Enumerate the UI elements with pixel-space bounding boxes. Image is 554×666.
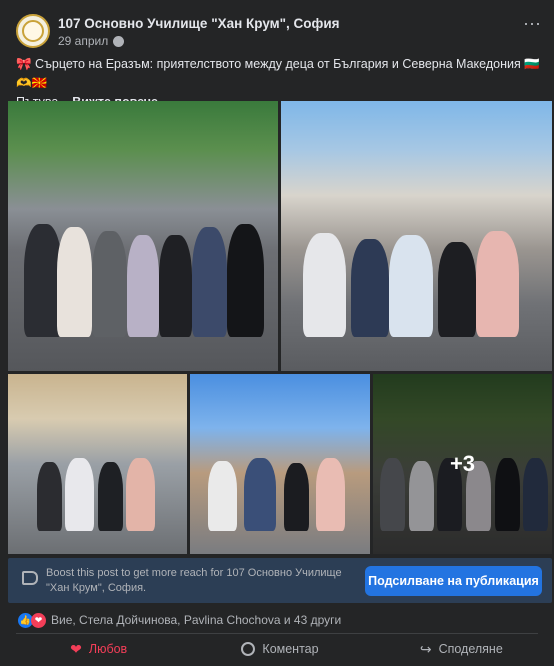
share-button[interactable]: ↪ Споделяне	[371, 636, 552, 662]
post-header: 107 Основно Училище "Хан Крум", София 29…	[0, 0, 554, 52]
more-photos-overlay[interactable]: +3	[373, 374, 552, 554]
more-options-icon[interactable]: ⋯	[523, 14, 542, 35]
more-photos-count: +3	[449, 451, 476, 476]
photo-3-people	[8, 428, 187, 554]
love-reaction-icon: ❤	[31, 612, 46, 628]
comment-button[interactable]: Коментар	[189, 636, 370, 662]
boost-text: Boost this post to get more reach for 10…	[46, 567, 342, 594]
photo-4[interactable]	[190, 374, 370, 554]
post-text-line1: 🎀 Сърцето на Еразъм: приятелството между…	[16, 57, 540, 90]
love-button[interactable]: ❤ Любов	[8, 636, 189, 662]
boost-post-button[interactable]: Подсилване на публикация	[365, 566, 542, 596]
page-avatar[interactable]	[16, 14, 50, 48]
heart-icon: ❤	[70, 640, 82, 657]
photo-2[interactable]	[281, 101, 552, 371]
school-logo	[22, 20, 44, 42]
comment-label: Коментар	[262, 642, 319, 656]
post-actions: ❤ Любов Коментар ↪ Споделяне	[8, 636, 552, 662]
megaphone-icon	[22, 571, 38, 585]
photo-3[interactable]	[8, 374, 187, 554]
comment-icon	[241, 642, 256, 656]
share-icon: ↪	[419, 640, 432, 657]
boost-bar: Boost this post to get more reach for 10…	[8, 558, 552, 603]
actions-divider	[16, 633, 538, 634]
photo-5[interactable]: +3	[373, 374, 552, 554]
reactions-summary[interactable]: 👍 ❤ Вие, Стела Дойчинова, Pavlina Chocho…	[18, 612, 341, 628]
page-name[interactable]: 107 Основно Училище "Хан Крум", София	[58, 16, 340, 31]
reactors-text[interactable]: Вие, Стела Дойчинова, Pavlina Chochova и…	[51, 613, 341, 627]
share-label: Споделяне	[438, 642, 503, 656]
post-date-text: 29 април	[58, 34, 109, 48]
globe-icon	[113, 35, 125, 47]
photo-2-people	[281, 182, 552, 371]
photo-4-people	[190, 428, 370, 554]
photo-1-people	[8, 182, 278, 371]
post-date[interactable]: 29 април	[58, 34, 125, 48]
photo-1[interactable]	[8, 101, 278, 371]
love-label: Любов	[88, 642, 128, 656]
